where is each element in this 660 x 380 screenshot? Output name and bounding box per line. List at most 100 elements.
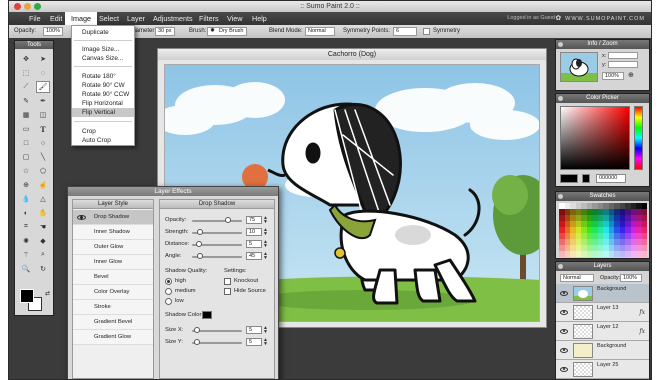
line-tool-icon[interactable]: ╲: [36, 151, 50, 163]
eye-icon[interactable]: [560, 291, 568, 296]
ink-pen-tool-icon[interactable]: ✒: [36, 95, 50, 107]
style-inner-glow[interactable]: Inner Glow: [73, 255, 153, 270]
pencil-tool-icon[interactable]: ✎: [19, 95, 33, 107]
burn-tool-icon[interactable]: ✋: [36, 207, 50, 219]
zoom-tool-icon[interactable]: 🔍: [19, 263, 33, 275]
size-y-slider[interactable]: [192, 339, 242, 345]
angle-slider[interactable]: [192, 253, 242, 259]
menu-item-duplicate[interactable]: Duplicate: [82, 28, 109, 37]
stepper-icon[interactable]: ▲ ▼: [263, 216, 269, 225]
color-swatch[interactable]: [641, 251, 647, 257]
slider-knob[interactable]: [194, 327, 200, 333]
stepper-icon[interactable]: ▲ ▼: [263, 252, 269, 261]
strength-value[interactable]: 10: [246, 228, 262, 236]
star-tool-icon[interactable]: ☆: [19, 165, 33, 177]
slider-knob[interactable]: [197, 253, 204, 259]
shadow-color-swatch[interactable]: [202, 311, 212, 319]
eye-icon[interactable]: [560, 367, 568, 372]
lasso-tool-icon[interactable]: ◌: [36, 67, 50, 79]
style-outer-glow[interactable]: Outer Glow: [73, 240, 153, 255]
layer-blend-select[interactable]: Normal: [560, 274, 594, 282]
slider-knob[interactable]: [194, 339, 200, 345]
gradient-tool-icon[interactable]: ▦: [19, 109, 33, 121]
size-x-slider[interactable]: [192, 327, 242, 333]
eyedropper-tool-icon[interactable]: ⟋: [19, 81, 33, 93]
style-bevel[interactable]: Bevel: [73, 270, 153, 285]
symmetry-checkbox[interactable]: [423, 28, 430, 35]
size-x-value[interactable]: 5: [246, 326, 262, 334]
brush-selector[interactable]: ✸ Dry Brush: [207, 27, 247, 36]
swap-colors-icon[interactable]: ⇄: [45, 290, 50, 297]
collapse-icon[interactable]: [558, 194, 563, 199]
blend-mode-select[interactable]: Normal: [305, 27, 335, 36]
slider-knob[interactable]: [195, 241, 202, 247]
layer-row[interactable]: Layer 13 fx: [556, 303, 649, 322]
menu-item-image-size[interactable]: Image Size...: [82, 45, 119, 54]
brush-tool-icon[interactable]: 🖌: [36, 81, 50, 93]
shape-tool-icon[interactable]: ◆: [36, 235, 50, 247]
rotate-tool-icon[interactable]: ↻: [36, 263, 50, 275]
opacity-value[interactable]: 75: [246, 216, 262, 224]
menu-help[interactable]: Help: [246, 12, 273, 25]
menu-filters[interactable]: Filters: [193, 12, 225, 25]
foreground-color-swatch[interactable]: [20, 289, 34, 303]
slider-knob[interactable]: [197, 229, 204, 235]
eye-icon[interactable]: [560, 348, 568, 353]
spray-tool-icon[interactable]: ✺: [19, 235, 33, 247]
wand-tool-icon[interactable]: ⚚: [19, 249, 33, 261]
navigator-thumbnail[interactable]: [560, 52, 598, 82]
layer-row[interactable]: Layer 25: [556, 360, 649, 379]
menu-item-auto-crop[interactable]: Auto Crop: [82, 136, 111, 145]
style-gradient-glow[interactable]: Gradient Glow: [73, 330, 153, 345]
layer-row[interactable]: Background: [556, 284, 649, 303]
magnify-tool-icon[interactable]: ⌕: [36, 249, 50, 261]
collapse-icon[interactable]: [558, 96, 563, 101]
strength-slider[interactable]: [192, 229, 242, 235]
marquee-tool-icon[interactable]: ⬚: [19, 67, 33, 79]
menu-item-flip-horizontal[interactable]: Flip Horizontal: [82, 99, 123, 108]
hex-color-field[interactable]: 000000: [596, 174, 626, 183]
style-gradient-bevel[interactable]: Gradient Bevel: [73, 315, 153, 330]
login-status[interactable]: Logged in as Guest: [507, 12, 555, 25]
quality-medium-radio[interactable]: [165, 288, 172, 295]
previous-color-swatch[interactable]: [582, 174, 590, 183]
close-window-button[interactable]: [14, 3, 21, 10]
opacity-field[interactable]: 100%: [43, 27, 63, 36]
quality-low-radio[interactable]: [165, 298, 172, 305]
menu-item-rotate-180[interactable]: Rotate 180°: [82, 72, 116, 81]
current-color-swatch[interactable]: [560, 174, 578, 183]
eye-icon[interactable]: [560, 310, 568, 315]
hide-source-checkbox[interactable]: [224, 288, 231, 295]
distance-slider[interactable]: [192, 241, 242, 247]
eye-icon[interactable]: [560, 329, 568, 334]
collapse-icon[interactable]: [558, 42, 563, 47]
style-color-overlay[interactable]: Color Overlay: [73, 285, 153, 300]
collapse-icon[interactable]: [558, 264, 563, 269]
stepper-icon[interactable]: ▲ ▼: [263, 338, 269, 347]
zoom-field[interactable]: 100%: [602, 72, 624, 80]
style-drop-shadow[interactable]: Drop Shadow: [73, 210, 153, 225]
style-inner-shadow[interactable]: Inner Shadow: [73, 225, 153, 240]
menu-item-rotate-90-cw[interactable]: Rotate 90° CW: [82, 81, 125, 90]
knockout-checkbox[interactable]: [224, 278, 231, 285]
diameter-field[interactable]: 30 px: [155, 27, 175, 36]
clone-tool-icon[interactable]: ⊕: [19, 179, 33, 191]
layer-row[interactable]: Background: [556, 341, 649, 360]
menu-adjustments[interactable]: Adjustments: [147, 12, 199, 25]
menu-item-crop[interactable]: Crop: [82, 127, 96, 136]
sharpen-tool-icon[interactable]: △: [36, 193, 50, 205]
rounded-rect-tool-icon[interactable]: ▢: [19, 151, 33, 163]
opacity-slider[interactable]: [192, 217, 242, 223]
fx-icon[interactable]: fx: [639, 328, 645, 335]
symmetry-points-field[interactable]: 6: [393, 27, 417, 36]
smudge-tool-icon[interactable]: ☝: [36, 179, 50, 191]
slider-knob[interactable]: [225, 217, 231, 223]
pointer-tool-icon[interactable]: ➤: [36, 53, 50, 65]
hand-tool-icon[interactable]: ☚: [36, 221, 50, 233]
quality-high-radio[interactable]: [165, 278, 172, 285]
bucket-tool-icon[interactable]: ◫: [36, 109, 50, 121]
size-y-value[interactable]: 5: [246, 338, 262, 346]
style-stroke[interactable]: Stroke: [73, 300, 153, 315]
dodge-tool-icon[interactable]: ◐: [19, 207, 33, 219]
hue-slider[interactable]: [634, 106, 643, 170]
